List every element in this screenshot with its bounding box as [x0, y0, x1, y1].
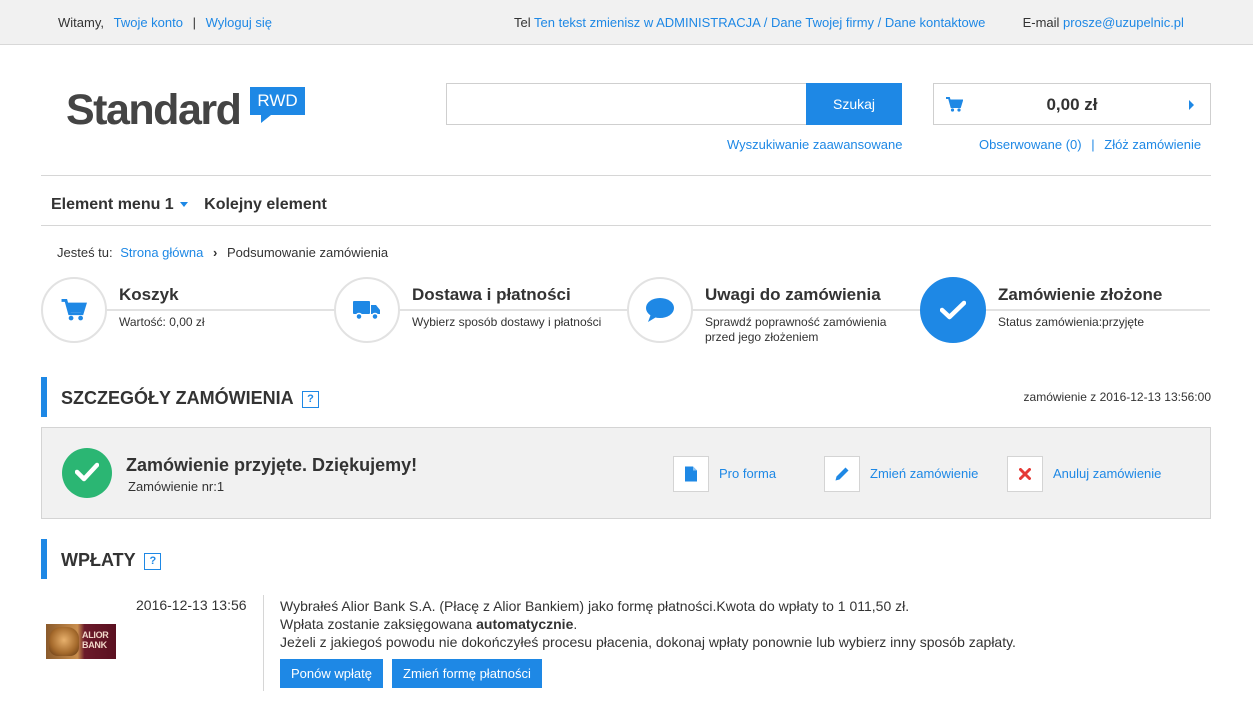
step-description: Status zamówienia:przyjęte	[998, 315, 1145, 329]
account-link[interactable]: Twoje konto	[114, 15, 183, 30]
logo-brand-text: ALIOR BANK	[82, 630, 109, 650]
payment-info: Wybrałeś Alior Bank S.A. (Płacę z Alior …	[280, 597, 1016, 651]
nav-item-element-menu-1[interactable]: Element menu 1	[51, 196, 188, 214]
cart-button[interactable]: 0,00 zł	[933, 83, 1211, 125]
logo-emblem	[49, 627, 79, 656]
header-links: Obserwowane (0) | Złóż zamówienie	[979, 137, 1201, 152]
icon-box	[673, 456, 709, 492]
action-label: Zmień zamówienie	[870, 466, 979, 481]
section-accent-bar	[41, 377, 47, 417]
logout-link[interactable]: Wyloguj się	[206, 15, 272, 30]
nav-item-label: Kolejny element	[204, 196, 327, 213]
breadcrumb-current: Podsumowanie zamówienia	[226, 245, 389, 260]
icon-box	[824, 456, 860, 492]
truck-icon	[353, 301, 380, 321]
order-details-title: SZCZEGÓŁY ZAMÓWIENIA	[61, 388, 293, 408]
step-description: Wartość: 0,00 zł	[119, 315, 205, 329]
alior-bank-logo: ALIOR BANK	[46, 624, 116, 659]
change-payment-method-button[interactable]: Zmień formę płatności	[392, 659, 542, 688]
breadcrumb-label: Jesteś tu:	[57, 245, 113, 260]
success-check-icon	[62, 448, 112, 498]
search-button[interactable]: Szukaj	[806, 83, 902, 125]
help-icon[interactable]: ?	[144, 552, 162, 570]
top-bar-account: Witamy, Twoje konto | Wyloguj się	[58, 15, 272, 30]
step-title: Dostawa i płatności	[412, 285, 577, 305]
step-description: Wybierz sposób dostawy i płatności	[412, 315, 602, 329]
email-label: E-mail	[1022, 15, 1060, 30]
action-label: Anuluj zamówienie	[1053, 466, 1162, 481]
caret-down-icon	[179, 202, 188, 208]
breadcrumb-home-link[interactable]: Strona główna	[120, 245, 203, 260]
close-icon	[1019, 468, 1031, 480]
step-circle-active	[920, 277, 986, 343]
tel-link[interactable]: Ten tekst zmienisz w ADMINISTRACJA / Dan…	[534, 15, 985, 30]
order-confirmation-box: Zamówienie przyjęte. Dziękujemy! Zamówie…	[41, 427, 1211, 519]
search-input[interactable]	[446, 83, 808, 125]
speech-bubble-icon	[646, 298, 674, 322]
pencil-icon	[835, 467, 849, 481]
logo[interactable]: Standard	[66, 86, 242, 135]
order-date: zamówienie z 2016-12-13 13:56:00	[1023, 390, 1211, 404]
payment-line-2: Wpłata zostanie zaksięgowana automatyczn…	[280, 616, 578, 632]
chevron-right-icon	[1189, 100, 1194, 110]
document-icon	[685, 466, 697, 482]
payments-title: WPŁATY	[61, 550, 136, 570]
top-bar: Witamy, Twoje konto | Wyloguj się Tel Te…	[0, 0, 1253, 45]
action-label: Pro forma	[719, 466, 777, 481]
payments-heading: WPŁATY ?	[61, 550, 162, 571]
top-bar-contact: Tel Ten tekst zmienisz w ADMINISTRACJA /…	[514, 15, 1184, 30]
payment-date: 2016-12-13 13:56	[136, 597, 247, 613]
tel-label: Tel	[514, 15, 531, 30]
cart-amount: 0,00 zł	[1046, 95, 1098, 114]
breadcrumb: Jesteś tu: Strona główna › Podsumowanie …	[57, 245, 388, 260]
step-title: Koszyk	[119, 285, 185, 305]
step-circle	[41, 277, 107, 343]
check-icon	[940, 300, 966, 320]
header-links-separator: |	[1091, 137, 1095, 152]
chevron-right-icon: ›	[213, 245, 218, 260]
observed-link[interactable]: Obserwowane (0)	[979, 137, 1082, 152]
section-accent-bar	[41, 539, 47, 579]
step-circle	[627, 277, 693, 343]
help-icon[interactable]: ?	[302, 390, 320, 408]
cart-icon	[61, 299, 87, 321]
nav-divider-bottom	[41, 225, 1211, 226]
place-order-link[interactable]: Złóż zamówienie	[1104, 137, 1201, 152]
payment-line-3: Jeżeli z jakiegoś powodu nie dokończyłeś…	[280, 634, 1016, 650]
order-details-heading: SZCZEGÓŁY ZAMÓWIENIA ?	[61, 388, 320, 409]
top-bar-separator: |	[192, 15, 196, 30]
email-link[interactable]: prosze@uzupelnic.pl	[1063, 15, 1184, 30]
icon-box	[1007, 456, 1043, 492]
nav-item-kolejny-element[interactable]: Kolejny element	[204, 196, 327, 214]
confirmation-title: Zamówienie przyjęte. Dziękujemy!	[126, 455, 418, 475]
payment-divider	[263, 595, 264, 691]
payment-line-1: Wybrałeś Alior Bank S.A. (Płacę z Alior …	[280, 598, 910, 614]
logo-text: Standard	[66, 86, 242, 134]
retry-payment-button[interactable]: Ponów wpłatę	[280, 659, 383, 688]
nav-divider-top	[41, 175, 1211, 176]
step-title: Zamówienie złożone	[998, 285, 1169, 305]
welcome-text: Witamy,	[58, 15, 104, 30]
main-nav: Element menu 1 Kolejny element	[51, 196, 339, 214]
order-number: Zamówienie nr:1	[128, 479, 225, 494]
logo-badge: RWD	[250, 87, 305, 123]
step-description: Sprawdź poprawność zamówienia przed jego…	[705, 315, 887, 344]
nav-item-label: Element menu 1	[51, 196, 174, 213]
step-circle	[334, 277, 400, 343]
advanced-search-link[interactable]: Wyszukiwanie zaawansowane	[727, 137, 902, 152]
step-title: Uwagi do zamówienia	[705, 285, 887, 305]
